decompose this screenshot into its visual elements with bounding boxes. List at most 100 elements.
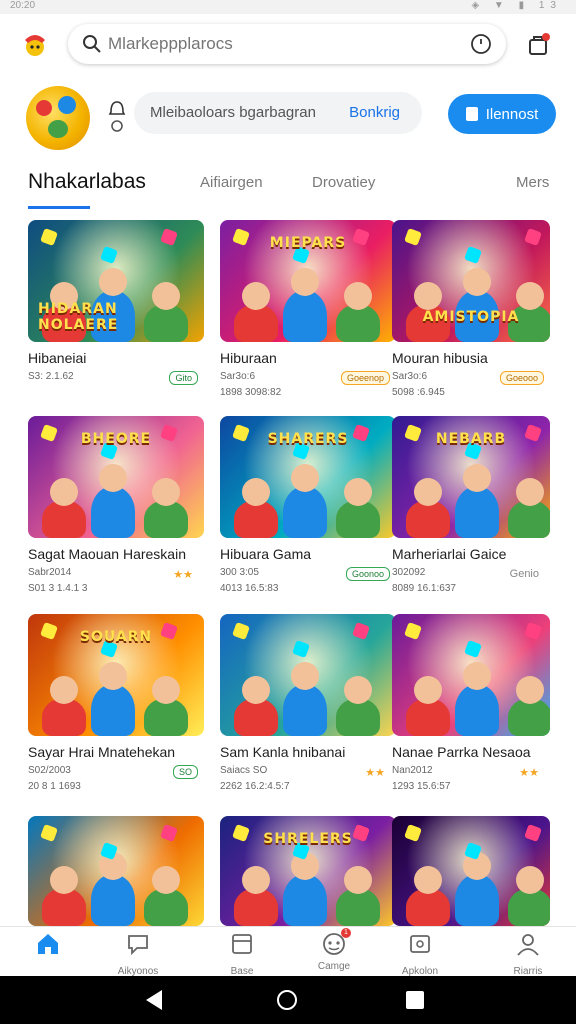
game-thumbnail[interactable] bbox=[392, 614, 550, 736]
game-card[interactable]: AMISTOPIA Mouran hibusia Sar3o:6 5098 :6.94… bbox=[392, 220, 550, 410]
game-thumbnail[interactable]: AMISTOPIA bbox=[392, 220, 550, 342]
game-meta: Nan2012 bbox=[392, 765, 433, 776]
active-tab-indicator bbox=[28, 206, 90, 209]
game-stats: 8089 16.1:637 bbox=[392, 583, 456, 594]
game-art-title: SOUARN bbox=[79, 629, 153, 645]
game-title[interactable]: Sayar Hrai Mnatehekan bbox=[28, 744, 204, 760]
game-thumbnail[interactable] bbox=[28, 816, 204, 926]
tab-1[interactable]: Aifiairgen bbox=[200, 174, 263, 191]
recents-icon[interactable] bbox=[406, 991, 424, 1009]
game-badge: ★★ bbox=[173, 569, 193, 581]
cart-icon[interactable] bbox=[526, 32, 552, 58]
game-badge: Goonoo bbox=[345, 567, 390, 581]
game-thumbnail[interactable] bbox=[392, 816, 550, 926]
game-card[interactable]: SOUARN Sayar Hrai Mnatehekan S02/2003 20 8 … bbox=[28, 614, 204, 804]
game-stats: 2262 16.2:4.5:7 bbox=[220, 781, 290, 792]
game-card[interactable] bbox=[28, 816, 204, 926]
apps-icon bbox=[410, 935, 430, 953]
game-badge: ★★ bbox=[365, 767, 385, 779]
game-thumbnail[interactable]: HIDARAN NOLAERE bbox=[28, 220, 204, 342]
install-button[interactable]: Ilennost bbox=[448, 94, 556, 134]
category-tabs: Nhakarlabas Aifiairgen Drovatiey Mers bbox=[0, 168, 576, 212]
game-title[interactable]: Sagat Maouan Hareskain bbox=[28, 546, 204, 562]
game-art-title: NEBARB bbox=[435, 431, 507, 447]
app-logo-icon[interactable] bbox=[20, 30, 50, 60]
game-stats: 5098 :6.945 bbox=[392, 387, 445, 398]
nav-games[interactable]: 1 Camge bbox=[286, 928, 382, 977]
game-meta: Sabr2014 bbox=[28, 567, 72, 578]
bottom-nav: Aikyonos Base 1 Camge Apkolon Riarris bbox=[0, 926, 576, 977]
nav-apps[interactable]: Apkolon bbox=[372, 931, 468, 977]
game-card[interactable]: HIDARAN NOLAERE Hibaneiai S3: 2.1.62 Gito bbox=[28, 220, 204, 410]
back-icon[interactable] bbox=[146, 990, 162, 1010]
promo-row: Mleibaoloars bgarbagran Bonkrig Ilennost bbox=[0, 84, 576, 154]
game-badge: Goeenop bbox=[340, 371, 390, 385]
game-card[interactable]: Sam Kanla hnibanai Saiacs SO 2262 16.2:4.5… bbox=[220, 614, 396, 804]
tab-0[interactable]: Nhakarlabas bbox=[28, 170, 146, 194]
game-art-title: AMISTOPIA bbox=[422, 309, 520, 325]
game-card[interactable] bbox=[392, 816, 550, 926]
bell-icon[interactable] bbox=[108, 98, 126, 132]
avatar[interactable] bbox=[26, 86, 90, 150]
nav-library[interactable]: Base bbox=[194, 931, 290, 977]
game-card[interactable]: SHRELERS bbox=[220, 816, 396, 926]
game-title[interactable]: Nanae Parrka Nesaoa bbox=[392, 744, 568, 760]
game-art-title: SHARERS bbox=[267, 431, 349, 447]
home-button-icon[interactable] bbox=[277, 990, 297, 1010]
game-badge: Gito bbox=[169, 371, 198, 385]
game-title[interactable]: Mouran hibusia bbox=[392, 350, 568, 366]
install-icon bbox=[465, 107, 478, 121]
nav-home[interactable] bbox=[0, 931, 96, 977]
game-card[interactable]: NEBARB Marheriarlai Gaice 302092 8089 16.1:… bbox=[392, 416, 550, 606]
game-badge: SO bbox=[172, 765, 198, 779]
tab-2[interactable]: Drovatiey bbox=[312, 174, 375, 191]
search-icon bbox=[83, 35, 101, 53]
search-input[interactable] bbox=[108, 32, 438, 56]
game-meta: S3: 2.1.62 bbox=[28, 371, 74, 382]
game-meta: Sar3o:6 bbox=[220, 371, 256, 382]
game-art-title: MIEPARS bbox=[269, 235, 347, 251]
promo-link[interactable]: Bonkrig bbox=[349, 104, 400, 121]
game-stats: 20 8 1 1693 bbox=[28, 781, 81, 792]
game-title[interactable]: Hibaneiai bbox=[28, 350, 204, 366]
status-bar: 20:20 ◈ ▼ ▮ 13 bbox=[0, 0, 576, 14]
game-card[interactable]: SHARERS Hibuara Gama 300 3:05 4013 16.5:83 G… bbox=[220, 416, 396, 606]
game-title[interactable]: Hibuara Gama bbox=[220, 546, 396, 562]
game-title[interactable]: Sam Kanla hnibanai bbox=[220, 744, 396, 760]
game-thumbnail[interactable]: SHARERS bbox=[220, 416, 396, 538]
game-thumbnail[interactable]: MIEPARS bbox=[220, 220, 396, 342]
search-bar[interactable] bbox=[68, 24, 506, 64]
game-thumbnail[interactable] bbox=[220, 614, 396, 736]
game-stats: 1898 3098:82 bbox=[220, 387, 282, 398]
top-bar bbox=[0, 20, 576, 72]
game-title[interactable]: Hiburaan bbox=[220, 350, 396, 366]
game-art-title: HIDARAN NOLAERE bbox=[38, 301, 119, 333]
game-meta: S02/2003 bbox=[28, 765, 71, 776]
game-stats: S01 3 1.4.1 3 bbox=[28, 583, 88, 594]
timer-icon[interactable] bbox=[470, 33, 492, 55]
games-badge: 1 bbox=[341, 928, 351, 938]
game-title[interactable]: Marheriarlai Gaice bbox=[392, 546, 568, 562]
game-art-title: SHRELERS bbox=[263, 831, 353, 847]
promo-banner[interactable]: Mleibaoloars bgarbagran Bonkrig bbox=[134, 92, 422, 134]
nav-chat[interactable]: Aikyonos bbox=[90, 931, 186, 977]
status-time: 20:20 bbox=[10, 0, 36, 11]
game-card[interactable]: Nanae Parrka Nesaoa Nan2012 1293 15.6:57 ★★ bbox=[392, 614, 550, 804]
game-art-title: BHEORE bbox=[80, 431, 152, 447]
tab-3[interactable]: Mers bbox=[516, 174, 549, 191]
game-thumbnail[interactable]: SHRELERS bbox=[220, 816, 396, 926]
game-badge: Goeooo bbox=[499, 371, 544, 385]
game-badge: Genio bbox=[509, 568, 539, 580]
game-card[interactable]: BHEORE Sagat Maouan Hareskain Sabr2014 S01 … bbox=[28, 416, 204, 606]
game-thumbnail[interactable]: NEBARB bbox=[392, 416, 550, 538]
game-thumbnail[interactable]: SOUARN bbox=[28, 614, 204, 736]
promo-text: Mleibaoloars bgarbagran bbox=[150, 104, 316, 121]
status-icons: ◈ ▼ ▮ 13 bbox=[471, 0, 562, 11]
nav-profile[interactable]: Riarris bbox=[480, 931, 576, 977]
game-meta: Saiacs SO bbox=[220, 765, 268, 776]
game-card[interactable]: MIEPARS Hiburaan Sar3o:6 1898 3098:82 Goeeno… bbox=[220, 220, 396, 410]
game-thumbnail[interactable]: BHEORE bbox=[28, 416, 204, 538]
game-meta: 300 3:05 bbox=[220, 567, 259, 578]
library-icon bbox=[232, 934, 252, 954]
home-icon bbox=[38, 934, 58, 954]
